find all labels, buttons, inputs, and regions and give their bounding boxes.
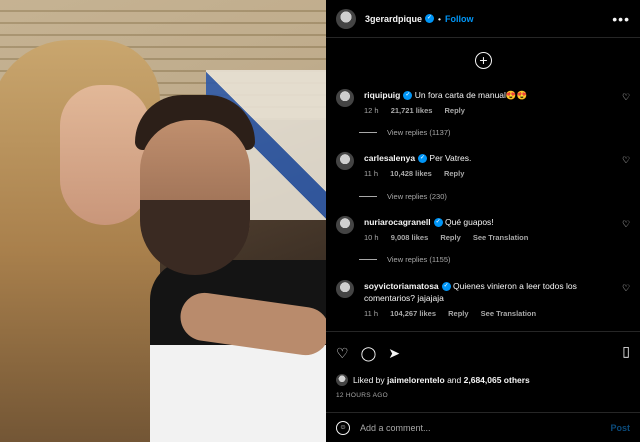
verified-icon: ✓ — [441, 282, 451, 292]
action-icons: ♡ ◯ ➤ — [336, 345, 400, 362]
post-modal: 3gerardpique ✓ • Follow ••• + riquipuig ✓… — [0, 0, 640, 442]
more-options-icon[interactable]: ••• — [612, 11, 630, 27]
heart-icon[interactable]: ♡ — [622, 219, 632, 230]
commenter-username[interactable]: riquipuig — [364, 90, 400, 100]
liker-username[interactable]: jaimelorentelo — [387, 375, 445, 385]
follow-button[interactable]: Follow — [445, 14, 474, 24]
comment-time: 12 h — [364, 106, 379, 115]
replies-line — [359, 259, 377, 260]
view-replies-label: View replies (1137) — [387, 128, 451, 137]
verified-icon: ✓ — [418, 154, 428, 164]
replies-line — [359, 132, 377, 133]
verified-icon: ✓ — [433, 218, 443, 228]
emoji-icon[interactable]: ☺ — [336, 420, 350, 435]
author-avatar[interactable] — [336, 8, 356, 29]
liker-avatar[interactable] — [336, 374, 348, 386]
comment-likes[interactable]: 21,721 likes — [391, 106, 433, 115]
comment-item: riquipuig ✓ Un fora carta de manual😍😍 12 … — [336, 89, 632, 117]
commenter-username[interactable]: carlesalenya — [364, 153, 415, 163]
comment-item: nuriarocagranell ✓ Qué guapos! 10 h 9,008… — [336, 216, 632, 244]
bookmark-icon[interactable]: ▯ — [622, 343, 630, 360]
photo-table — [150, 345, 326, 442]
comment-time: 11 h — [364, 309, 379, 318]
comment-list[interactable]: + riquipuig ✓ Un fora carta de manual😍😍 1… — [326, 39, 640, 331]
reply-button[interactable]: Reply — [440, 233, 460, 242]
heart-icon[interactable]: ♡ — [622, 92, 632, 103]
add-comment-bar: ☺ Post — [326, 412, 640, 442]
likes-and: and — [447, 375, 462, 385]
comment-text: Un fora carta de manual😍😍 — [414, 90, 528, 100]
view-replies-button[interactable]: View replies (230) — [359, 192, 447, 201]
commenter-avatar[interactable] — [336, 152, 354, 170]
likes-others[interactable]: 2,684,065 others — [464, 375, 530, 385]
commenter-avatar[interactable] — [336, 280, 354, 298]
view-replies-button[interactable]: View replies (1155) — [359, 255, 451, 264]
reply-button[interactable]: Reply — [444, 169, 464, 178]
view-replies-label: View replies (230) — [387, 192, 447, 201]
see-translation-button[interactable]: See Translation — [473, 233, 528, 242]
likes-summary: Liked by jaimelorentelo and 2,684,065 ot… — [336, 374, 530, 386]
reply-button[interactable]: Reply — [448, 309, 468, 318]
comment-input[interactable] — [360, 422, 611, 433]
replies-line — [359, 196, 377, 197]
heart-icon[interactable]: ♡ — [622, 283, 632, 294]
commenter-avatar[interactable] — [336, 216, 354, 234]
comments-panel: 3gerardpique ✓ • Follow ••• + riquipuig ✓… — [326, 0, 640, 442]
see-translation-button[interactable]: See Translation — [481, 309, 536, 318]
comment-time: 10 h — [364, 233, 379, 242]
author-username[interactable]: 3gerardpique — [365, 14, 422, 24]
comment-likes[interactable]: 10,428 likes — [390, 169, 432, 178]
verified-icon: ✓ — [425, 14, 435, 23]
comment-text: Qué guapos! — [444, 217, 494, 227]
commenter-username[interactable]: soyvictoriamatosa — [364, 281, 439, 291]
comment-text: Per Vatres. — [429, 153, 472, 163]
post-photo[interactable] — [0, 0, 326, 442]
separator-dot: • — [438, 13, 441, 24]
verified-icon: ✓ — [403, 91, 413, 101]
comment-likes[interactable]: 9,008 likes — [391, 233, 429, 242]
comment-item: soyvictoriamatosa ✓ Quienes vinieron a le… — [336, 280, 632, 320]
likes-prefix: Liked by — [353, 375, 385, 385]
view-replies-button[interactable]: View replies (1137) — [359, 128, 451, 137]
post-timestamp: 12 HOURS AGO — [336, 392, 389, 399]
commenter-avatar[interactable] — [336, 89, 354, 107]
comment-time: 11 h — [364, 169, 379, 178]
comment-icon[interactable]: ◯ — [361, 345, 377, 362]
share-icon[interactable]: ➤ — [388, 345, 400, 362]
view-replies-label: View replies (1155) — [387, 255, 451, 264]
photo-woman-face — [60, 85, 150, 225]
reply-button[interactable]: Reply — [445, 106, 465, 115]
post-button[interactable]: Post — [610, 423, 630, 433]
post-actions: ♡ ◯ ➤ ▯ Liked by jaimelorentelo and 2,68… — [326, 331, 640, 421]
heart-icon[interactable]: ♡ — [336, 345, 349, 362]
post-header: 3gerardpique ✓ • Follow ••• — [326, 0, 640, 38]
heart-icon[interactable]: ♡ — [622, 155, 632, 166]
comment-likes[interactable]: 104,267 likes — [390, 309, 436, 318]
comment-item: carlesalenya ✓ Per Vatres. 11 h 10,428 li… — [336, 152, 632, 180]
commenter-username[interactable]: nuriarocagranell — [364, 217, 431, 227]
plus-circle-icon[interactable]: + — [475, 52, 492, 69]
